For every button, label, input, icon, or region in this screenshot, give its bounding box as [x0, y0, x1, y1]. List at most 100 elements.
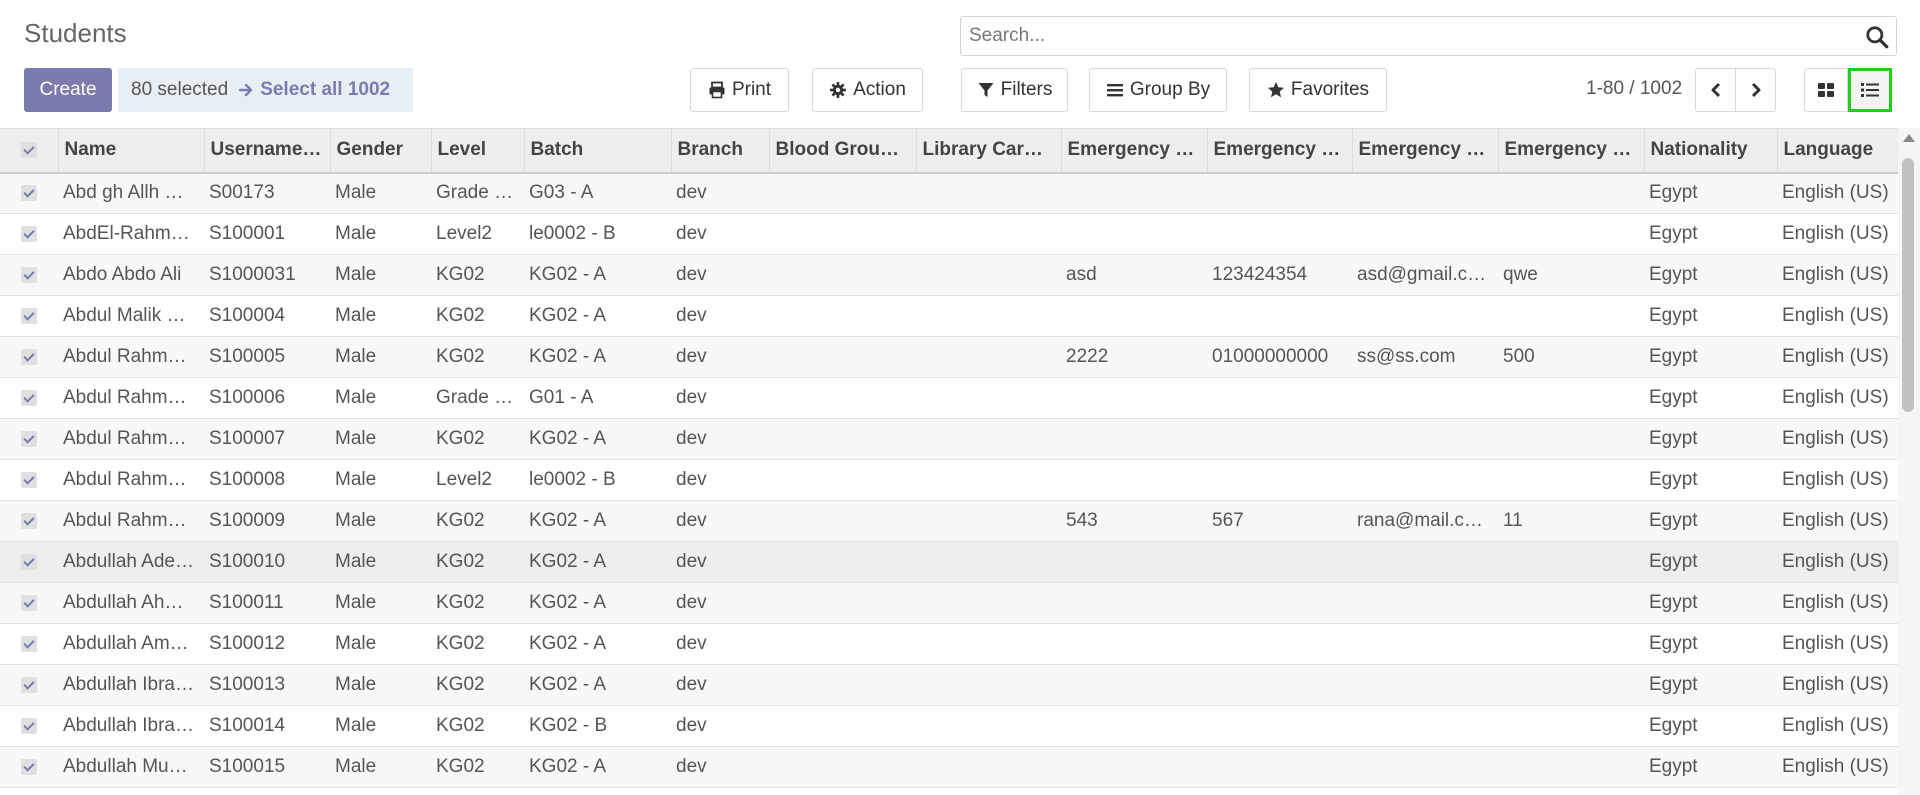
search-icon[interactable]: [1864, 24, 1890, 50]
print-button[interactable]: Print: [690, 68, 789, 112]
column-header[interactable]: Gender: [330, 128, 432, 173]
list-view-button[interactable]: [1848, 68, 1892, 112]
table-cell: [1061, 542, 1207, 583]
table-row[interactable]: Abdul Rahm… S100005 Male KG02 KG02 - A dev 222…: [0, 336, 1898, 378]
column-header[interactable]: Emergency …: [1061, 128, 1208, 173]
row-checkbox[interactable]: [0, 501, 58, 542]
create-button[interactable]: Create: [24, 68, 112, 112]
table-cell: [1207, 706, 1352, 747]
pager-previous-button[interactable]: [1695, 68, 1736, 112]
column-header[interactable]: Language: [1777, 128, 1898, 173]
table-cell: KG02 - A: [529, 428, 607, 449]
column-header[interactable]: Blood Grou…: [769, 128, 917, 173]
row-checkbox[interactable]: [0, 419, 58, 460]
group-by-button[interactable]: Group By: [1089, 68, 1227, 112]
table-cell: S100013: [209, 674, 286, 695]
column-header[interactable]: Emergency …: [1498, 128, 1645, 173]
table-row[interactable]: Abdul Rahm… S100009 Male KG02 KG02 - A dev 543…: [0, 500, 1898, 542]
table-row[interactable]: Abdul Malik … S100004 Male KG02 KG02 - A dev E…: [0, 296, 1898, 337]
row-checkbox[interactable]: [0, 214, 58, 255]
table-cell: dev: [676, 428, 707, 449]
table-cell: Egypt: [1649, 592, 1698, 613]
column-header[interactable]: Username…: [204, 128, 331, 173]
print-label: Print: [731, 79, 772, 100]
selection-info: 80 selected Select all 1002: [118, 68, 413, 112]
table-cell: KG02 - A: [529, 346, 607, 367]
table-cell: S00173: [209, 182, 275, 204]
table-row[interactable]: Abdullah Ibra… S100014 Male KG02 KG02 - B dev…: [0, 706, 1898, 747]
row-checkbox[interactable]: [0, 624, 58, 665]
arrow-right-icon: [238, 83, 253, 97]
table-cell: [769, 583, 916, 624]
select-all-link[interactable]: Select all 1002: [238, 79, 390, 101]
table-cell: rana@mail.c…: [1357, 510, 1483, 531]
row-checkbox[interactable]: [0, 173, 58, 214]
row-checkbox[interactable]: [0, 665, 58, 706]
row-checkbox[interactable]: [0, 706, 58, 747]
kanban-view-button[interactable]: [1804, 68, 1848, 112]
page-title: Students: [24, 18, 127, 48]
table-cell: [1498, 214, 1644, 255]
scrollbar-thumb[interactable]: [1902, 158, 1914, 412]
column-header[interactable]: Batch: [524, 128, 672, 173]
favorites-button[interactable]: Favorites: [1249, 68, 1387, 112]
table-row[interactable]: Abdullah Ade… S100010 Male KG02 KG02 - A dev E…: [0, 541, 1898, 583]
pager-value[interactable]: 1-80 / 1002: [1586, 78, 1682, 100]
row-checkbox[interactable]: [0, 460, 58, 501]
row-checkbox[interactable]: [0, 337, 58, 378]
select-all-checkbox[interactable]: [0, 128, 59, 173]
search-input[interactable]: [961, 17, 1896, 55]
pager-next-button[interactable]: [1735, 68, 1776, 112]
table-cell: Abdul Rahm…: [63, 428, 187, 449]
table-row[interactable]: Abdul Rahm… S100008 Male Level2 le0002 - B de…: [0, 460, 1898, 501]
table-cell: [1498, 665, 1644, 706]
table-cell: Male: [335, 756, 377, 777]
table-row[interactable]: Abdullah Am… S100012 Male KG02 KG02 - A dev Eg…: [0, 624, 1898, 665]
table-cell: English (US): [1782, 715, 1889, 736]
column-header[interactable]: Nationality: [1644, 128, 1778, 173]
row-checkbox[interactable]: [0, 378, 58, 419]
checkbox-icon: [21, 758, 37, 775]
column-header[interactable]: Emergency …: [1207, 128, 1353, 173]
action-button[interactable]: Action: [812, 68, 923, 112]
row-checkbox[interactable]: [0, 542, 58, 583]
table-cell: KG02: [436, 428, 485, 449]
table-cell: S100004: [209, 305, 286, 326]
scroll-up-arrow-icon[interactable]: [1903, 134, 1915, 142]
table-row[interactable]: Abdul Rahm… S100007 Male KG02 KG02 - A dev Egy…: [0, 418, 1898, 460]
students-list: Name Username… Gender Level Batch Branch Blood…: [0, 128, 1898, 795]
table-cell: [769, 337, 916, 378]
table-cell: dev: [676, 633, 707, 654]
vertical-scrollbar[interactable]: [1898, 128, 1920, 795]
column-header[interactable]: Emergency …: [1352, 128, 1499, 173]
table-cell: KG02: [436, 346, 485, 367]
table-row[interactable]: Abdul Rahm… S100006 Male Grade … G01 - A dev E…: [0, 378, 1898, 419]
table-row[interactable]: Abdo Abdo Ali S1000031 Male KG02 KG02 - A dev…: [0, 254, 1898, 296]
gear-icon: [830, 82, 847, 98]
table-row[interactable]: Abdullah Mu… S100015 Male KG02 KG02 - A dev Eg…: [0, 746, 1898, 788]
column-header[interactable]: Level: [431, 128, 525, 173]
table-cell: Level2: [436, 223, 492, 244]
filters-button[interactable]: Filters: [961, 68, 1068, 112]
table-row[interactable]: AbdEl-Rahm… S100001 Male Level2 le0002 - B de…: [0, 214, 1898, 255]
table-row[interactable]: Abdullah Ah… S100011 Male KG02 KG02 - A dev Eg…: [0, 582, 1898, 624]
table-cell: dev: [676, 510, 707, 531]
column-header[interactable]: Branch: [671, 128, 770, 173]
table-cell: [1061, 419, 1207, 460]
row-checkbox[interactable]: [0, 296, 58, 337]
table-row[interactable]: Abdullah Ibra… S100013 Male KG02 KG02 - A dev…: [0, 664, 1898, 706]
table-cell: Abdullah Ah…: [63, 592, 184, 613]
table-cell: [769, 665, 916, 706]
table-cell: Egypt: [1649, 305, 1698, 326]
table-row[interactable]: Abd gh Allh … S00173 Male Grade … G03 - A dev…: [0, 172, 1898, 214]
table-cell: Abdullah Ade…: [63, 551, 194, 572]
row-checkbox[interactable]: [0, 255, 58, 296]
table-cell: Male: [335, 469, 377, 490]
table-cell: Male: [335, 387, 377, 408]
table-cell: le0002 - B: [529, 469, 616, 490]
row-checkbox[interactable]: [0, 583, 58, 624]
table-cell: [916, 460, 1061, 501]
column-header[interactable]: Name: [58, 128, 205, 173]
row-checkbox[interactable]: [0, 747, 58, 788]
column-header[interactable]: Library Car…: [916, 128, 1062, 173]
